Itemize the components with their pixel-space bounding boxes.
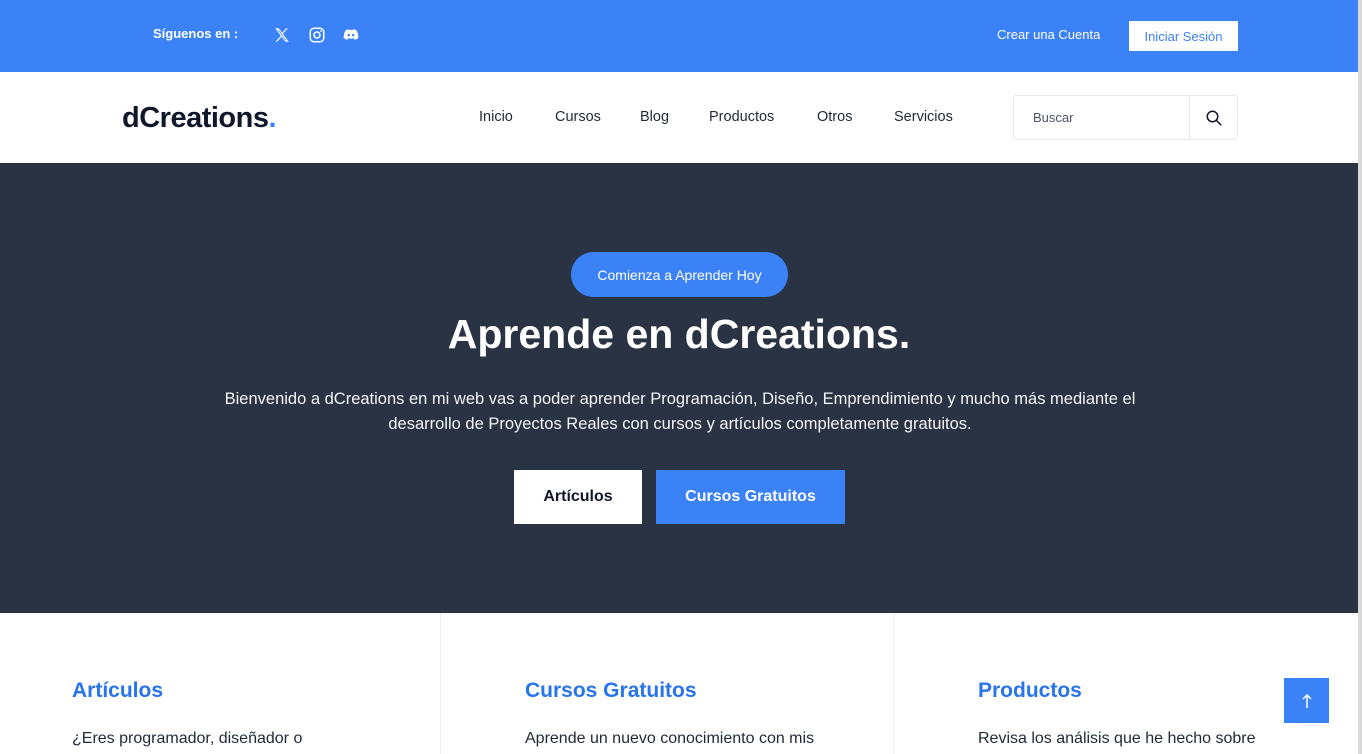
page-scrollbar[interactable] <box>1358 0 1362 754</box>
feature-text-articles: ¿Eres programador, diseñador o <box>72 730 303 747</box>
logo-dot: . <box>268 102 277 134</box>
main-navbar: dCreations. Inicio Cursos Blog Productos… <box>0 72 1358 163</box>
free-courses-button[interactable]: Cursos Gratuitos <box>656 470 845 524</box>
nav-item-servicios[interactable]: Servicios <box>894 109 953 125</box>
arrow-up-icon <box>1301 693 1312 708</box>
start-learning-pill[interactable]: Comienza a Aprender Hoy <box>571 252 788 297</box>
hero-section: Comienza a Aprender Hoy Aprende en dCrea… <box>0 163 1358 613</box>
search-box <box>1013 95 1238 140</box>
nav-item-cursos[interactable]: Cursos <box>555 109 601 125</box>
search-input[interactable] <box>1014 96 1189 139</box>
search-icon <box>1206 110 1221 125</box>
login-button[interactable]: Iniciar Sesión <box>1129 21 1238 51</box>
x-icon[interactable] <box>271 24 293 46</box>
site-logo[interactable]: dCreations. <box>122 102 277 135</box>
hero-description: Bienvenido a dCreations en mi web vas a … <box>224 390 1136 433</box>
feature-title-courses[interactable]: Cursos Gratuitos <box>525 679 697 703</box>
discord-icon[interactable] <box>340 24 362 46</box>
articles-button[interactable]: Artículos <box>514 470 642 524</box>
logo-text: dCreations <box>122 102 269 134</box>
feature-text-products: Revisa los análisis que he hecho sobre <box>978 730 1256 747</box>
column-divider <box>893 613 894 754</box>
column-divider <box>440 613 441 754</box>
features-section: Artículos ¿Eres programador, diseñador o… <box>0 613 1358 754</box>
hero-title: Aprende en dCreations. <box>447 311 911 357</box>
instagram-icon[interactable] <box>306 24 328 46</box>
nav-item-blog[interactable]: Blog <box>640 109 669 125</box>
nav-item-productos[interactable]: Productos <box>709 109 774 125</box>
nav-item-otros[interactable]: Otros <box>817 109 852 125</box>
feature-title-articles[interactable]: Artículos <box>72 679 163 703</box>
feature-title-products[interactable]: Productos <box>978 679 1082 703</box>
nav-item-inicio[interactable]: Inicio <box>479 109 513 125</box>
follow-label: Síguenos en : <box>153 26 239 41</box>
feature-text-courses: Aprende un nuevo conocimiento con mis <box>525 730 815 747</box>
back-to-top-button[interactable] <box>1284 678 1329 723</box>
create-account-link[interactable]: Crear una Cuenta <box>997 27 1100 42</box>
search-button[interactable] <box>1189 96 1237 139</box>
top-bar: Síguenos en : Crear una Cuenta Iniciar S… <box>0 0 1358 72</box>
